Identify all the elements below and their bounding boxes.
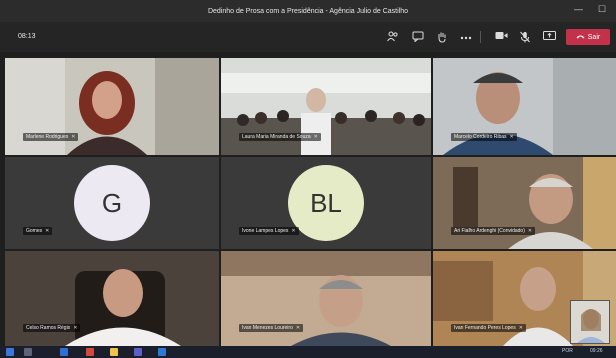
outlook-icon[interactable] — [158, 348, 166, 356]
self-view-preview[interactable] — [570, 300, 610, 344]
share-screen-icon[interactable] — [542, 31, 556, 43]
windows-start-icon[interactable] — [6, 348, 14, 356]
mic-off-icon: ✕ — [509, 134, 514, 140]
participant-video — [433, 157, 616, 249]
participant-video-tile[interactable]: Ari Fialho Ardenghi (Convidado) ✕ — [433, 157, 616, 249]
participant-avatar-tile[interactable]: G Gomes ✕ — [5, 157, 219, 249]
participant-name-tag: Marlene Rodrigues ✕ — [23, 133, 79, 141]
participant-video-tile[interactable]: Marlene Rodrigues ✕ — [5, 58, 219, 155]
meeting-toolbar: 08:13 Sair — [0, 22, 616, 52]
edge-icon[interactable] — [60, 348, 68, 356]
participant-name-tag: Marcelo Cordeiro Ribas ✕ — [451, 133, 517, 141]
participant-name-tag: Celso Ramos Régis ✕ — [23, 324, 81, 332]
mic-off-icon[interactable] — [518, 31, 532, 43]
teams-meeting-window: Dedinho de Prosa com a Presidência - Agê… — [0, 0, 616, 358]
language-indicator[interactable]: POR — [562, 348, 573, 354]
participant-name-tag: Ivone Lampes Lopes ✕ — [239, 227, 299, 235]
meeting-timer: 08:13 — [18, 33, 36, 40]
camera-icon[interactable] — [494, 31, 508, 43]
participant-video-tile[interactable]: Celso Ramos Régis ✕ — [5, 251, 219, 346]
maximize-icon[interactable]: ☐ — [598, 4, 606, 15]
clock[interactable]: 09:26 — [590, 348, 603, 354]
window-title: Dedinho de Prosa com a Presidência - Agê… — [207, 7, 408, 15]
mic-off-icon: ✕ — [45, 228, 50, 234]
mic-off-icon: ✕ — [527, 228, 533, 234]
phone-icon — [576, 34, 585, 41]
chrome-icon[interactable] — [86, 348, 94, 356]
folder-icon[interactable] — [110, 348, 118, 356]
participant-avatar-tile[interactable]: BL Ivone Lampes Lopes ✕ — [221, 157, 431, 249]
title-bar: Dedinho de Prosa com a Presidência - Agê… — [0, 0, 616, 22]
mic-off-icon: ✕ — [518, 325, 523, 331]
more-icon[interactable] — [459, 31, 473, 43]
leave-button[interactable]: Sair — [566, 29, 610, 45]
leave-label: Sair — [587, 33, 601, 41]
mic-off-icon: ✕ — [295, 325, 301, 331]
minimize-icon[interactable]: — — [574, 4, 583, 14]
participant-video-tile[interactable]: Marcelo Cordeiro Ribas ✕ — [433, 58, 616, 155]
chat-icon[interactable] — [411, 31, 425, 43]
participant-name-tag: Ivan Menezes Loureiro ✕ — [239, 324, 304, 332]
participant-name-tag: Laura Maria Miranda de Souza ✕ — [239, 133, 321, 141]
mic-off-icon: ✕ — [71, 134, 76, 140]
avatar: G — [74, 165, 150, 241]
avatar: BL — [288, 165, 364, 241]
toolbar-divider — [480, 31, 481, 43]
raise-hand-icon[interactable] — [435, 31, 449, 43]
participant-video-tile[interactable]: Laura Maria Miranda de Souza ✕ — [221, 58, 431, 155]
people-icon[interactable] — [386, 31, 400, 43]
participant-name-tag: Gomes ✕ — [23, 227, 53, 235]
mic-off-icon: ✕ — [313, 134, 318, 140]
participant-video-tile[interactable]: Ivan Menezes Loureiro ✕ — [221, 251, 431, 346]
teams-icon[interactable] — [134, 348, 142, 356]
mic-off-icon: ✕ — [291, 228, 296, 234]
mic-off-icon: ✕ — [73, 325, 78, 331]
search-icon[interactable] — [24, 348, 32, 356]
participant-name-tag: Ari Fialho Ardenghi (Convidado) ✕ — [451, 227, 536, 235]
participant-name-tag: Ivan Fernando Peres Lopes ✕ — [451, 324, 526, 332]
self-view-video — [571, 301, 609, 343]
os-taskbar: POR 09:26 — [0, 346, 616, 358]
